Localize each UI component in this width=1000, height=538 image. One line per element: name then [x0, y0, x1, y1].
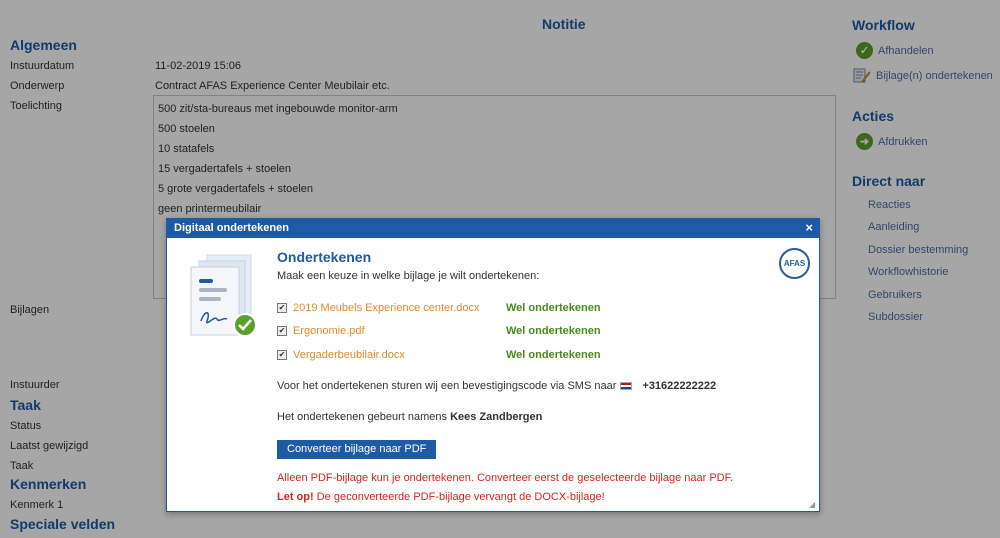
file-checkbox[interactable]: ✔ [277, 303, 287, 313]
warning-prefix: Let op! [277, 491, 314, 503]
sign-status[interactable]: Wel ondertekenen [506, 349, 601, 361]
file-link[interactable]: Vergaderbeubilair.docx [293, 349, 506, 361]
file-link[interactable]: Ergonomie.pdf [293, 325, 506, 337]
warning-text: De geconverteerde PDF-bijlage vervangt d… [313, 491, 605, 503]
convert-to-pdf-button[interactable]: Converteer bijlage naar PDF [277, 440, 437, 459]
sign-status[interactable]: Wel ondertekenen [506, 302, 601, 314]
dialog-instruction: Maak een keuze in welke bijlage je wilt … [277, 270, 540, 282]
on-behalf-name: Kees Zandbergen [450, 411, 543, 423]
afas-logo: AFAS [779, 248, 810, 279]
sms-info: Voor het ondertekenen sturen wij een bev… [277, 380, 716, 392]
file-row: ✔ Vergaderbeubilair.docx Wel ondertekene… [277, 349, 601, 361]
file-checkbox[interactable]: ✔ [277, 350, 287, 360]
sms-text: Voor het ondertekenen sturen wij een bev… [277, 380, 617, 392]
file-link[interactable]: 2019 Meubels Experience center.docx [293, 302, 506, 314]
phone-number: +31622222222 [642, 380, 717, 392]
resize-handle-icon[interactable]: ◢ [809, 501, 817, 509]
sign-status[interactable]: Wel ondertekenen [506, 325, 601, 337]
close-icon[interactable]: × [805, 220, 813, 235]
on-behalf-text: Het ondertekenen gebeurt namens [277, 411, 451, 423]
signed-document-icon [189, 251, 265, 337]
pdf-warning: Alleen PDF-bijlage kun je ondertekenen. … [277, 472, 734, 484]
file-row: ✔ 2019 Meubels Experience center.docx We… [277, 302, 601, 314]
file-checkbox[interactable]: ✔ [277, 326, 287, 336]
dutch-flag-icon [620, 382, 633, 390]
file-row: ✔ Ergonomie.pdf Wel ondertekenen [277, 325, 601, 337]
on-behalf-info: Het ondertekenen gebeurt namens Kees Zan… [277, 411, 542, 423]
dialog-header: Digitaal ondertekenen × [167, 219, 819, 238]
dialog-title: Digitaal ondertekenen [174, 222, 289, 234]
replace-warning: Let op! De geconverteerde PDF-bijlage ve… [277, 491, 605, 503]
dialog-heading: Ondertekenen [277, 249, 372, 265]
sign-dialog: Digitaal ondertekenen × AFAS Ondertekene… [166, 218, 820, 512]
